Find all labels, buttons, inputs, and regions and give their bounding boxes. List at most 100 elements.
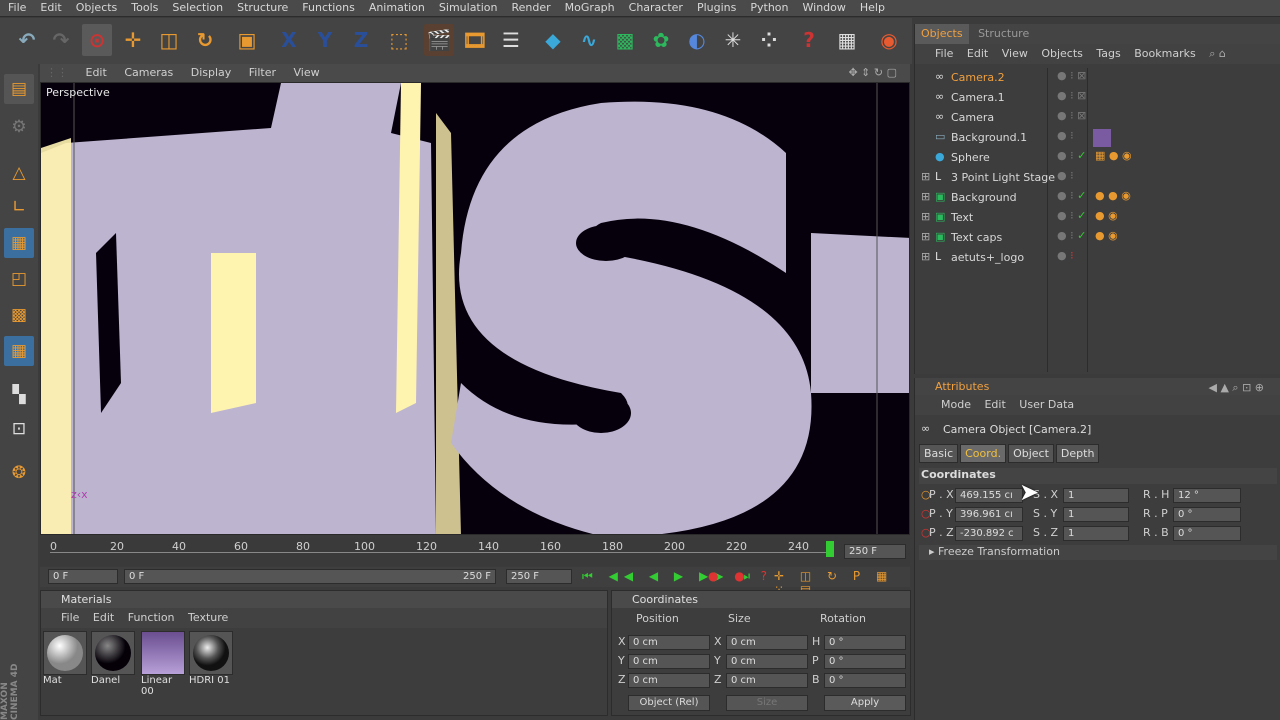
materials-menu-file[interactable]: File xyxy=(61,611,79,624)
menu-objects[interactable]: Objects xyxy=(68,0,124,14)
object-row-background[interactable]: ⊞ ▣ Background ● ⁝ ✓ ● ● ◉ xyxy=(921,188,1280,208)
frame-range-slider[interactable]: 0 F 250 F xyxy=(124,569,496,584)
expand-icon[interactable]: ⊞ xyxy=(921,250,930,263)
tab-object[interactable]: Object xyxy=(1008,444,1054,463)
visibility-dots[interactable]: ● ⁝ xyxy=(1057,249,1074,262)
size-z-field[interactable]: 0 cm xyxy=(726,673,808,688)
position-x-attr-field[interactable]: 469.155 cı xyxy=(955,488,1023,503)
scale-z-attr-field[interactable]: 1 xyxy=(1063,526,1129,541)
points-mode-icon[interactable]: △ xyxy=(4,158,34,188)
playhead[interactable] xyxy=(826,541,834,557)
visibility-dots[interactable]: ● ⁝ xyxy=(1057,169,1074,182)
coordinate-mode-dropdown[interactable]: Object (Rel) xyxy=(628,695,710,711)
timeline[interactable]: 0 20 40 60 80 100 120 140 160 180 200 22… xyxy=(40,538,910,566)
viewport-menu-display[interactable]: Display xyxy=(184,64,239,81)
menu-simulation[interactable]: Simulation xyxy=(431,0,504,14)
menu-tools[interactable]: Tools xyxy=(123,0,164,14)
object-row-text[interactable]: ⊞ ▣ Text ● ⁝ ✓ ● ◉ xyxy=(921,208,1280,228)
edges-mode-icon[interactable]: ∟ xyxy=(4,192,34,222)
viewport-menu-view[interactable]: View xyxy=(287,64,327,81)
max-frame-field[interactable]: 250 F xyxy=(506,569,572,584)
viewport-menu-cameras[interactable]: Cameras xyxy=(117,64,180,81)
menu-character[interactable]: Character xyxy=(621,0,689,14)
menu-render[interactable]: Render xyxy=(504,0,557,14)
menu-edit[interactable]: Edit xyxy=(32,0,67,14)
visibility-dots[interactable]: ● ⁝ ✓ xyxy=(1057,229,1086,242)
expand-icon[interactable]: ⊞ xyxy=(921,210,930,223)
size-mode-dropdown[interactable]: Size xyxy=(726,695,808,711)
search-icon[interactable]: ⌕ ⌂ xyxy=(1209,47,1226,60)
object-row-camera-2[interactable]: ∞ Camera.2 ● ⁝ ⊠ xyxy=(921,68,1280,88)
tab-coord[interactable]: Coord. xyxy=(960,444,1007,463)
apply-button[interactable]: Apply xyxy=(824,695,906,711)
particle-icon[interactable]: ⁘ xyxy=(754,24,784,56)
x-axis-button[interactable]: X xyxy=(274,24,304,56)
move-tool-icon[interactable]: ✛ xyxy=(118,24,148,56)
redo-icon[interactable]: ↷ xyxy=(46,24,76,56)
viewport[interactable]: Perspective z‹x xyxy=(40,82,910,535)
scale-x-attr-field[interactable]: 1 xyxy=(1063,488,1129,503)
tags-icon[interactable]: ▦ ● ◉ xyxy=(1095,149,1132,162)
visibility-dots[interactable]: ● ⁝ ✓ xyxy=(1057,189,1086,202)
materials-menu-edit[interactable]: Edit xyxy=(93,611,114,624)
spline-icon[interactable]: ∿ xyxy=(574,24,604,56)
attributes-nav-icons[interactable]: ◀ ▲ ⌕ ⊡ ⊕ xyxy=(1209,381,1265,395)
y-axis-button[interactable]: Y xyxy=(310,24,340,56)
visibility-dots[interactable]: ● ⁝ ⊠ xyxy=(1057,109,1086,122)
objects-menu-file[interactable]: File xyxy=(935,47,953,60)
expand-icon[interactable]: ⊞ xyxy=(921,230,930,243)
attributes-menu-edit[interactable]: Edit xyxy=(984,398,1005,411)
object-row-camera-1[interactable]: ∞ Camera.1 ● ⁝ ⊠ xyxy=(921,88,1280,108)
current-frame-field[interactable]: 0 F xyxy=(48,569,118,584)
select-tool-icon[interactable]: ⊙ xyxy=(82,24,112,56)
materials-menu-function[interactable]: Function xyxy=(128,611,175,624)
menu-help[interactable]: Help xyxy=(852,0,891,14)
menu-plugins[interactable]: Plugins xyxy=(689,0,742,14)
render-view-icon[interactable]: 🎬 xyxy=(424,24,454,56)
position-z-field[interactable]: 0 cm xyxy=(628,673,710,688)
objects-menu-bookmarks[interactable]: Bookmarks xyxy=(1134,47,1195,60)
material-linear[interactable]: Linear 00 xyxy=(141,631,185,697)
sculpt-icon[interactable]: ❂ xyxy=(4,458,34,488)
last-tool-icon[interactable]: ▣ xyxy=(232,24,262,56)
size-y-field[interactable]: 0 cm xyxy=(726,654,808,669)
tab-structure[interactable]: Structure xyxy=(972,24,1035,44)
material-danel[interactable]: Danel xyxy=(91,631,135,687)
array-icon[interactable]: ✿ xyxy=(646,24,676,56)
polygons-mode-icon[interactable]: ▦ xyxy=(4,228,34,258)
tags-icon[interactable]: ● ● ◉ xyxy=(1095,189,1131,202)
tweak-mode-icon[interactable]: ▩ xyxy=(4,300,34,330)
position-z-attr-field[interactable]: -230.892 c xyxy=(955,526,1023,541)
materials-menu-texture[interactable]: Texture xyxy=(188,611,228,624)
axis-mode-icon[interactable]: ◰ xyxy=(4,264,34,294)
scene-icon[interactable]: ✳ xyxy=(718,24,748,56)
material-hdri[interactable]: HDRI 01 xyxy=(189,631,233,687)
material-tag-icon[interactable] xyxy=(1093,129,1111,147)
visibility-dots[interactable]: ● ⁝ ⊠ xyxy=(1057,89,1086,102)
position-x-field[interactable]: 0 cm xyxy=(628,635,710,650)
menu-mograph[interactable]: MoGraph xyxy=(557,0,621,14)
nurbs-icon[interactable]: ▩ xyxy=(610,24,640,56)
workplane-icon[interactable]: ▦ xyxy=(4,336,34,366)
menu-functions[interactable]: Functions xyxy=(294,0,361,14)
viewport-nav-icons[interactable]: ✥ ⇕ ↻ ▢ xyxy=(841,64,904,81)
expand-icon[interactable]: ⊞ xyxy=(921,190,930,203)
objects-menu-view[interactable]: View xyxy=(1002,47,1028,60)
timeline-end-field[interactable]: 250 F xyxy=(844,544,906,559)
menu-animation[interactable]: Animation xyxy=(361,0,431,14)
visibility-dots[interactable]: ● ⁝ ⊠ xyxy=(1057,69,1086,82)
rotation-p-field[interactable]: 0 ° xyxy=(824,654,906,669)
rotation-h-attr-field[interactable]: 12 ° xyxy=(1173,488,1241,503)
objects-menu-edit[interactable]: Edit xyxy=(967,47,988,60)
object-row-logo[interactable]: ⊞ L aetuts+_logo ● ⁝ xyxy=(921,248,1280,268)
help-icon[interactable]: ? xyxy=(794,24,824,56)
viewport-menu-edit[interactable]: Edit xyxy=(79,64,114,81)
undo-icon[interactable]: ↶ xyxy=(12,24,42,56)
menu-file[interactable]: File xyxy=(0,0,32,14)
menu-window[interactable]: Window xyxy=(795,0,852,14)
visibility-dots[interactable]: ● ⁝ ✓ xyxy=(1057,149,1086,162)
visibility-dots[interactable]: ● ⁝ ✓ xyxy=(1057,209,1086,222)
grid-icon[interactable]: ▦ xyxy=(832,24,862,56)
z-axis-button[interactable]: Z xyxy=(346,24,376,56)
rotation-b-field[interactable]: 0 ° xyxy=(824,673,906,688)
